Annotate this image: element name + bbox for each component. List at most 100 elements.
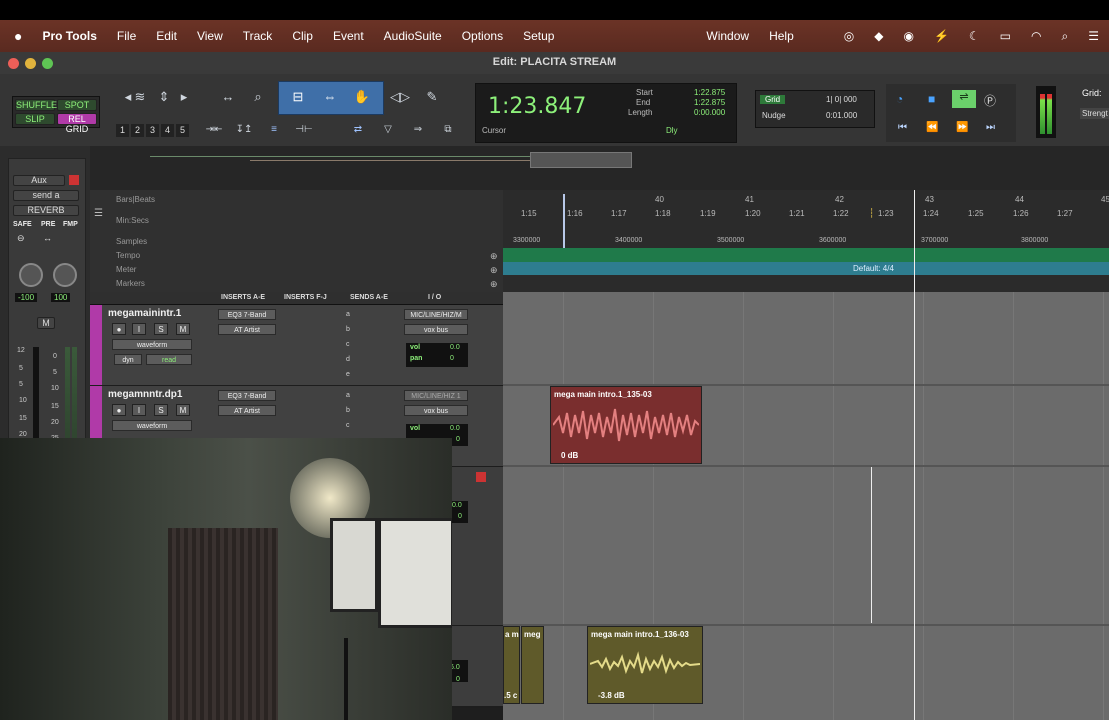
go-to-end-icon[interactable]: ⏭ (986, 122, 995, 133)
track-type[interactable]: Aux (13, 175, 65, 186)
record-arm-button[interactable]: ● (112, 323, 126, 335)
rewind-icon[interactable]: ⏪ (926, 122, 938, 133)
slip-mode-button[interactable]: SLIP (15, 113, 55, 125)
return-to-zero-icon[interactable]: ⏮ (898, 122, 907, 133)
dly-label[interactable]: Dly (666, 126, 678, 135)
link-icon[interactable]: ⇄ (346, 118, 370, 142)
send-d[interactable]: d (346, 356, 350, 363)
pre-button[interactable]: PRE (41, 221, 55, 228)
send-a[interactable]: a (346, 311, 350, 318)
universe-overview[interactable] (90, 146, 1109, 191)
solo-button[interactable]: S (154, 323, 168, 335)
record-icon[interactable]: Ⓟ (984, 92, 996, 109)
menu-help[interactable]: Help (759, 29, 804, 43)
shuffle-mode-button[interactable]: SHUFFLE (15, 99, 57, 111)
moon-icon[interactable]: ☾ (959, 29, 990, 43)
menu-audiosuite[interactable]: AudioSuite (374, 29, 452, 43)
insert-a[interactable]: EQ3 7-Band (218, 309, 276, 320)
tempo-ruler-bar[interactable] (503, 248, 1109, 262)
zoom-preset-3[interactable]: 3 (146, 124, 159, 137)
grabber-tool-icon[interactable]: ✋ (350, 85, 374, 109)
selector-tool-icon[interactable]: ⇔ (318, 85, 342, 109)
tool-icon-f[interactable]: ⇒ (406, 118, 430, 142)
safe-button[interactable]: SAFE (13, 221, 32, 228)
zoom-preset-1[interactable]: 1 (116, 124, 129, 137)
link-icon[interactable]: ⊖ (17, 233, 25, 244)
ruler-view-icon[interactable]: ☰ (94, 208, 103, 219)
send-e[interactable]: e (346, 371, 350, 378)
col-io[interactable]: I / O (428, 294, 441, 301)
automation-mode[interactable]: read (146, 354, 192, 365)
online-icon[interactable]: ◔ (896, 92, 903, 106)
nudge-value[interactable]: 0:01.000 (826, 111, 857, 120)
status-icon-3[interactable]: ◉ (893, 29, 923, 43)
record-enable-icon[interactable] (476, 472, 486, 482)
status-icon-1[interactable]: ◎ (834, 29, 864, 43)
menu-edit[interactable]: Edit (146, 29, 187, 43)
strip-mute-button[interactable]: M (37, 317, 55, 329)
clip-gain[interactable]: -3.8 dB (598, 691, 625, 700)
ruler-bars-beats[interactable]: Bars|Beats (116, 195, 155, 204)
pan-value[interactable]: 0 (456, 436, 460, 443)
pan-value-partial[interactable]: 0 (458, 513, 462, 520)
grid-value[interactable]: 1| 0| 000 (826, 95, 857, 104)
menu-app-name[interactable]: Pro Tools (32, 29, 106, 43)
ruler-min-secs[interactable]: Min:Secs (116, 216, 149, 225)
tool-icon-a[interactable]: ⇥⇤ (202, 118, 226, 142)
pan-right-value[interactable]: 100 (51, 293, 71, 302)
output-selector[interactable]: vox bus (404, 405, 468, 416)
tool-icon-b[interactable]: ↧↥ (232, 118, 256, 142)
zoom-preset-5[interactable]: 5 (176, 124, 189, 137)
meter-ruler-bar[interactable] (503, 262, 1109, 275)
grid-label[interactable]: Grid (760, 95, 786, 104)
horizontal-zoom-icon[interactable]: ↔ (216, 85, 240, 109)
spot-mode-button[interactable]: SPOT (57, 99, 97, 111)
tool-icon-d[interactable]: ⊣⊢ (292, 118, 316, 142)
add-tempo-icon[interactable]: ⊕ (490, 251, 498, 262)
send-selector[interactable]: send a (13, 190, 79, 201)
stereo-icon[interactable]: ↔ (43, 233, 52, 243)
stop-icon[interactable]: ■ (928, 92, 935, 106)
view-selector[interactable]: waveform (112, 339, 192, 350)
send-a[interactable]: a (346, 392, 350, 399)
playhead-marker[interactable] (563, 194, 565, 248)
fmp-button[interactable]: FMP (63, 221, 78, 228)
tool-icon-c[interactable]: ≡ (262, 118, 286, 142)
mute-button[interactable]: M (176, 404, 190, 416)
solo-button[interactable]: S (154, 404, 168, 416)
loop-icon[interactable]: ⇌ (952, 90, 976, 108)
ruler-samples[interactable]: Samples (116, 237, 147, 246)
insert-b[interactable]: AT Artist (218, 405, 276, 416)
pan-left-value[interactable]: -100 (15, 293, 38, 302)
view-selector[interactable]: waveform (112, 420, 192, 431)
audio-clip[interactable]: meg (521, 626, 544, 704)
pencil-tool-icon[interactable]: ✎ (420, 85, 444, 109)
menu-file[interactable]: File (107, 29, 146, 43)
insert-b[interactable]: AT Artist (218, 324, 276, 335)
pan-knob-right[interactable] (53, 263, 77, 287)
end-value[interactable]: 1:22.875 (694, 98, 725, 107)
ruler-markers[interactable]: Markers (116, 279, 145, 288)
wifi-icon[interactable]: ◠ (1021, 29, 1051, 43)
length-value[interactable]: 0:00.000 (694, 108, 725, 117)
insert-a[interactable]: EQ3 7-Band (218, 390, 276, 401)
menu-window[interactable]: Window (696, 29, 759, 43)
menu-setup[interactable]: Setup (513, 29, 564, 43)
status-icon-2[interactable]: ◆ (864, 29, 893, 43)
fast-forward-icon[interactable]: ⏩ (956, 122, 968, 133)
col-inserts-fj[interactable]: INSERTS F-J (284, 294, 327, 301)
vol-value[interactable]: 0.0 (450, 425, 460, 432)
search-icon[interactable]: ⌕ (1052, 29, 1079, 44)
input-selector[interactable]: MIC/LINE/HIZ 1 (404, 390, 468, 401)
zoom-tool-icon[interactable]: ⌕ (246, 85, 270, 109)
zoom-preset-4[interactable]: 4 (161, 124, 174, 137)
zoom-right-icon[interactable]: ▸ (172, 85, 196, 109)
pan-value-partial[interactable]: 0 (456, 676, 460, 683)
battery-icon[interactable]: ▭ (990, 29, 1021, 43)
input-monitor-button[interactable]: I (132, 404, 146, 416)
input-monitor-button[interactable]: I (132, 323, 146, 335)
apple-icon[interactable]: ● (0, 28, 32, 44)
pan-knob-left[interactable] (19, 263, 43, 287)
zoom-preset-2[interactable]: 2 (131, 124, 144, 137)
input-selector[interactable]: MIC/LINE/HIZ/M (404, 309, 468, 320)
